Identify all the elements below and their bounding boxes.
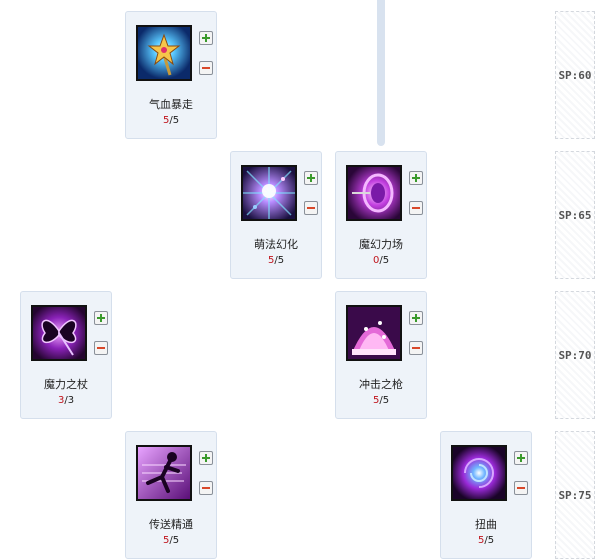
skill-level-current: 5 <box>372 395 380 406</box>
fairy-sparkle-icon[interactable] <box>241 165 297 221</box>
skill-level-max: 5 <box>487 535 495 546</box>
skill-plus-button[interactable] <box>94 311 108 325</box>
skill-level: 0/5 <box>372 255 390 266</box>
skill-level-max: 5 <box>382 395 390 406</box>
skill-level-current: 5 <box>162 535 170 546</box>
skill-connector-line <box>377 0 385 146</box>
skill-minus-button[interactable] <box>409 201 423 215</box>
butterfly-staff-icon[interactable] <box>31 305 87 361</box>
skill-level-max: 5 <box>172 115 180 126</box>
skill-name: 魔力之杖 <box>44 378 88 391</box>
skill-level: 5/5 <box>162 535 180 546</box>
skill-card-moli-zhizhang: 魔力之杖 3/3 <box>20 291 112 419</box>
skill-name: 气血暴走 <box>149 98 193 111</box>
skill-level-max: 3 <box>67 395 75 406</box>
skill-card-chongji-zhiqiang: 冲击之枪 5/5 <box>335 291 427 419</box>
skill-minus-button[interactable] <box>304 201 318 215</box>
skill-minus-button[interactable] <box>409 341 423 355</box>
skill-name: 冲击之枪 <box>359 378 403 391</box>
skill-level-max: 5 <box>382 255 390 266</box>
skill-level-max: 5 <box>277 255 285 266</box>
skill-level: 5/5 <box>477 535 495 546</box>
skill-plus-button[interactable] <box>409 171 423 185</box>
skill-level-current: 0 <box>372 255 380 266</box>
skill-minus-button[interactable] <box>199 61 213 75</box>
skill-level-max: 5 <box>172 535 180 546</box>
skill-card-qixue-baozou: 气血暴走 5/5 <box>125 11 217 139</box>
vortex-icon[interactable] <box>451 445 507 501</box>
skill-level: 5/5 <box>372 395 390 406</box>
skill-level: 5/5 <box>162 115 180 126</box>
skill-card-mengfa-huanhua: 萌法幻化 5/5 <box>230 151 322 279</box>
sp-requirement-label: SP:75 <box>555 431 595 559</box>
sp-requirement-label: SP:70 <box>555 291 595 419</box>
teleport-silhouette-icon[interactable] <box>136 445 192 501</box>
skill-level-current: 5 <box>162 115 170 126</box>
skill-minus-button[interactable] <box>94 341 108 355</box>
skill-plus-button[interactable] <box>199 31 213 45</box>
skill-name: 扭曲 <box>475 518 497 531</box>
skill-plus-button[interactable] <box>409 311 423 325</box>
skill-card-chuansong-jingtong: 传送精通 5/5 <box>125 431 217 559</box>
skill-card-mohuan-lichang: 魔幻力场 0/5 <box>335 151 427 279</box>
skill-minus-button[interactable] <box>514 481 528 495</box>
star-wand-icon[interactable] <box>136 25 192 81</box>
sp-requirement-label: SP:65 <box>555 151 595 279</box>
skill-card-niuqu: 扭曲 5/5 <box>440 431 532 559</box>
skill-name: 魔幻力场 <box>359 238 403 251</box>
skill-plus-button[interactable] <box>199 451 213 465</box>
sp-requirement-label: SP:60 <box>555 11 595 139</box>
skill-name: 传送精通 <box>149 518 193 531</box>
skill-level: 3/3 <box>57 395 75 406</box>
pink-dome-icon[interactable] <box>346 305 402 361</box>
skill-plus-button[interactable] <box>304 171 318 185</box>
magic-orb-icon[interactable] <box>346 165 402 221</box>
skill-tree: SP:60 SP:65 SP:70 SP:75 气血暴走 5/5 萌法幻化 5/… <box>0 0 604 559</box>
skill-level-current: 3 <box>57 395 65 406</box>
skill-level-current: 5 <box>477 535 485 546</box>
skill-level-current: 5 <box>267 255 275 266</box>
skill-name: 萌法幻化 <box>254 238 298 251</box>
skill-minus-button[interactable] <box>199 481 213 495</box>
skill-plus-button[interactable] <box>514 451 528 465</box>
skill-level: 5/5 <box>267 255 285 266</box>
